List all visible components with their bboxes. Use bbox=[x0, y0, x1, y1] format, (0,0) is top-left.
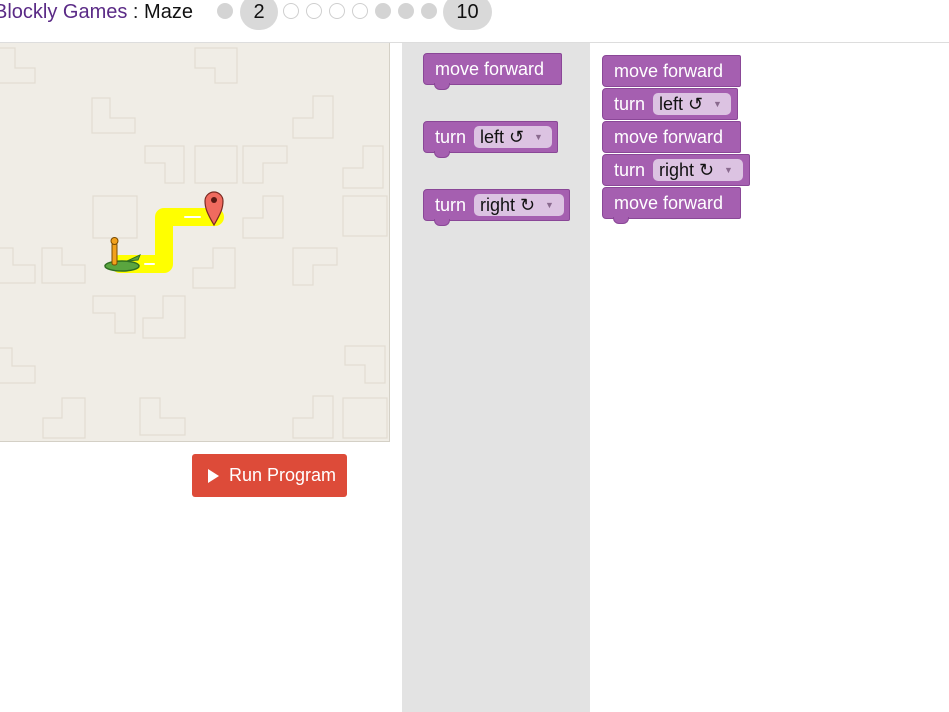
direction-dropdown[interactable]: right ↻ ▼ bbox=[474, 194, 564, 216]
block-label: turn bbox=[435, 127, 467, 147]
level-dot-1[interactable] bbox=[217, 3, 233, 19]
block-label: move forward bbox=[435, 59, 545, 79]
dropdown-value: left ↺ bbox=[480, 127, 525, 147]
dropdown-value: right ↻ bbox=[480, 195, 536, 215]
workspace-turn-left-block[interactable]: turn left ↺ ▼ bbox=[602, 88, 738, 120]
dropdown-arrow-icon: ▼ bbox=[724, 165, 733, 175]
block-label: move forward bbox=[614, 61, 724, 81]
block-label: move forward bbox=[614, 193, 724, 213]
title-separator: : bbox=[127, 1, 145, 23]
dropdown-value: left ↺ bbox=[659, 94, 704, 114]
pegman-icon bbox=[104, 237, 141, 272]
toolbox-turn-right-block[interactable]: turn right ↻ ▼ bbox=[423, 189, 570, 226]
direction-dropdown[interactable]: left ↺ ▼ bbox=[653, 93, 731, 115]
maze-board bbox=[0, 47, 388, 439]
block-label: turn bbox=[614, 160, 646, 180]
level-dot-4[interactable] bbox=[306, 3, 322, 19]
toolbox-turn-left-block[interactable]: turn left ↺ ▼ bbox=[423, 121, 558, 158]
block-toolbox: move forward turn left ↺ ▼ turn right ↻ … bbox=[402, 43, 590, 712]
direction-dropdown[interactable]: right ↻ ▼ bbox=[653, 159, 743, 181]
maze-canvas bbox=[0, 43, 390, 442]
dropdown-arrow-icon: ▼ bbox=[713, 99, 722, 109]
level-dot-5[interactable] bbox=[329, 3, 345, 19]
run-program-label: Run Program bbox=[229, 465, 337, 485]
dropdown-arrow-icon: ▼ bbox=[545, 200, 554, 210]
header: Blockly Games : Maze 2 10 bbox=[0, 0, 949, 43]
level-last[interactable]: 10 bbox=[443, 0, 492, 30]
workspace-move-forward-block[interactable]: move forward bbox=[602, 121, 741, 153]
workspace-move-forward-block[interactable]: move forward bbox=[602, 55, 741, 87]
block-label: move forward bbox=[614, 127, 724, 147]
dropdown-value: right ↻ bbox=[659, 160, 715, 180]
block-label: turn bbox=[614, 94, 646, 114]
level-dot-7[interactable] bbox=[375, 3, 391, 19]
block-connector bbox=[434, 83, 450, 90]
level-dot-6[interactable] bbox=[352, 3, 368, 19]
level-dot-8[interactable] bbox=[398, 3, 414, 19]
run-program-button[interactable]: Run Program bbox=[192, 454, 347, 497]
page-title: Blockly Games : Maze bbox=[0, 0, 193, 24]
workspace-turn-right-block[interactable]: turn right ↻ ▼ bbox=[602, 154, 750, 186]
dropdown-arrow-icon: ▼ bbox=[534, 132, 543, 142]
play-icon bbox=[208, 469, 219, 483]
block-label: turn bbox=[435, 195, 467, 215]
direction-dropdown[interactable]: left ↺ ▼ bbox=[474, 126, 552, 148]
level-dot-3[interactable] bbox=[283, 3, 299, 19]
block-workspace[interactable]: move forward turn left ↺ ▼ move forward … bbox=[590, 43, 949, 712]
level-current[interactable]: 2 bbox=[240, 0, 278, 30]
block-connector bbox=[434, 219, 450, 226]
workspace-move-forward-block[interactable]: move forward bbox=[602, 187, 741, 224]
game-name: Maze bbox=[144, 1, 193, 23]
blockly-games-link[interactable]: Blockly Games bbox=[0, 1, 127, 23]
maze-wall-tiles bbox=[0, 47, 388, 439]
maze-path bbox=[111, 208, 224, 273]
block-connector bbox=[613, 217, 629, 224]
toolbox-move-forward-block[interactable]: move forward bbox=[423, 53, 562, 90]
level-dot-9[interactable] bbox=[421, 3, 437, 19]
block-connector bbox=[434, 151, 450, 158]
